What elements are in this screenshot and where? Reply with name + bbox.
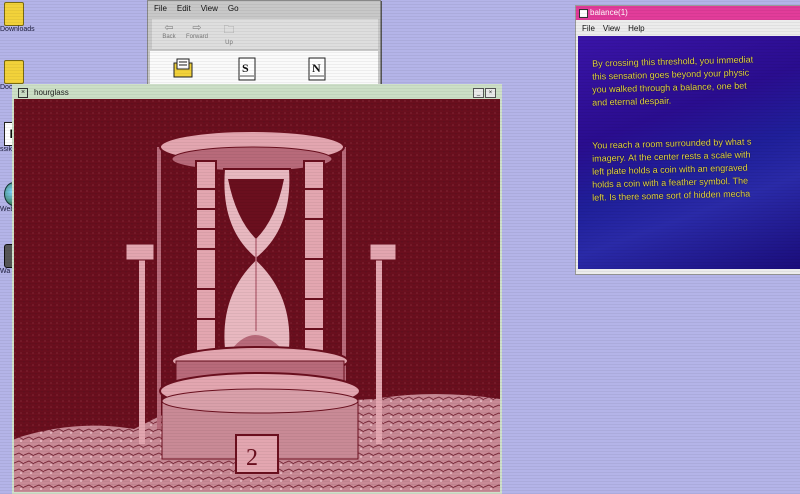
desktop-icon-label: Downloads: [0, 26, 35, 33]
up-button[interactable]: 🗀 Up: [214, 21, 244, 46]
forward-label: Forward: [185, 34, 208, 40]
explorer-window[interactable]: File Edit View Go ⇦ Back ⇨ Forward 🗀 Up …: [147, 0, 381, 92]
balance-titlebar[interactable]: balance(1): [576, 6, 800, 20]
folder-icon: [4, 60, 24, 84]
window-title: hourglass: [34, 88, 69, 97]
window-title: balance(1): [590, 8, 628, 17]
story-paragraph-2: You reach a room surrounded by what s im…: [578, 136, 751, 205]
notepad-folder-icon[interactable]: [172, 57, 194, 81]
close-button[interactable]: ×: [485, 88, 496, 98]
menu-go[interactable]: Go: [228, 4, 239, 13]
up-label: Up: [225, 40, 233, 46]
story-text-pane[interactable]: By crossing this threshold, you immediat…: [578, 36, 800, 269]
back-label: Back: [162, 34, 176, 40]
menu-file[interactable]: File: [582, 24, 595, 33]
folder-icon: [4, 2, 24, 26]
menu-edit[interactable]: Edit: [177, 4, 191, 13]
hourglass-titlebar[interactable]: × hourglass _ ×: [14, 86, 500, 99]
menu-help[interactable]: Help: [628, 24, 644, 33]
minimize-button[interactable]: _: [473, 88, 484, 98]
s-document-icon[interactable]: S: [236, 57, 258, 81]
explorer-toolbar: ⇦ Back ⇨ Forward 🗀 Up: [152, 19, 378, 49]
n-document-icon[interactable]: N: [306, 57, 328, 81]
forward-button[interactable]: ⇨ Forward: [182, 21, 212, 40]
balance-window[interactable]: balance(1) File View Help By crossing th…: [575, 5, 800, 275]
back-button[interactable]: ⇦ Back: [154, 21, 184, 40]
balance-menubar: File View Help: [582, 24, 645, 33]
hourglass-window[interactable]: × hourglass _ × 2: [12, 84, 502, 494]
svg-text:S: S: [242, 61, 249, 75]
system-menu-icon[interactable]: ×: [18, 88, 28, 98]
desktop-icon-downloads[interactable]: Downloads: [0, 2, 44, 33]
story-paragraph-1: By crossing this threshold, you immediat…: [578, 54, 753, 110]
menu-view[interactable]: View: [201, 4, 218, 13]
hourglass-scene-image: 2: [14, 99, 500, 492]
menu-file[interactable]: File: [154, 4, 167, 13]
forward-arrow-icon: ⇨: [192, 22, 202, 34]
back-arrow-icon: ⇦: [164, 22, 174, 34]
up-folder-icon: 🗀: [223, 24, 235, 36]
svg-text:N: N: [312, 61, 321, 75]
svg-text:2: 2: [246, 445, 258, 471]
hourglass-illustration: 2: [14, 99, 500, 492]
explorer-menubar: File Edit View Go: [154, 4, 239, 13]
menu-view[interactable]: View: [603, 24, 620, 33]
system-menu-icon[interactable]: [579, 9, 588, 18]
